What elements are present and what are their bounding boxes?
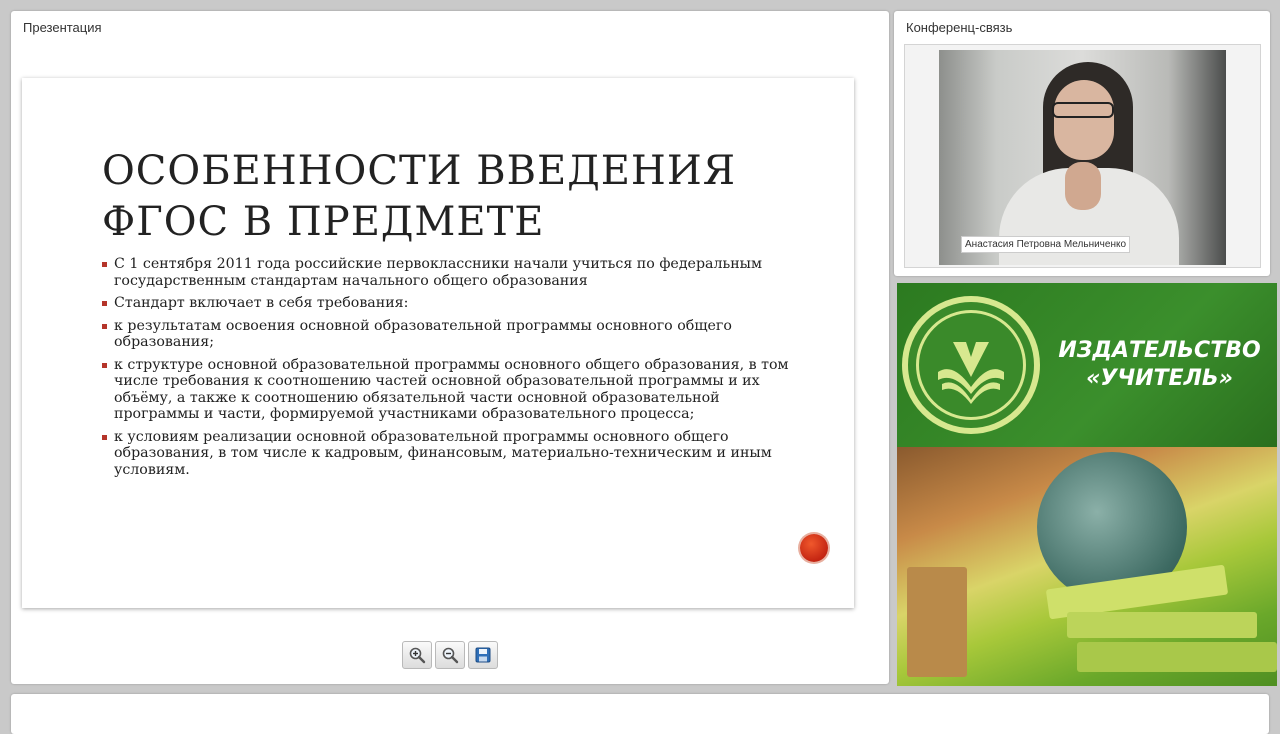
book-image [1067, 612, 1257, 638]
publisher-books-image [897, 447, 1277, 686]
slide-title-line1: ОСОБЕННОСТИ ВВЕДЕНИЯ [102, 148, 737, 194]
conference-panel: Конференц-связь Анастасия Петровна Мельн… [894, 11, 1270, 276]
publisher-logo-icon [902, 296, 1040, 434]
slide-bullet: С 1 сентября 2011 года российские первок… [102, 256, 802, 289]
slide-bullet: к условиям реализации основной образоват… [102, 429, 802, 479]
publisher-header: ИЗДАТЕЛЬСТВО «УЧИТЕЛЬ» [897, 283, 1277, 447]
slide-bullet: Стандарт включает в себя требования: [102, 295, 802, 312]
publisher-name-line2: «УЧИТЕЛЬ» [1086, 366, 1233, 391]
save-button[interactable] [468, 641, 498, 669]
slide-title-line2: ФГОС В ПРЕДМЕТЕ [102, 199, 545, 245]
person-face [1054, 80, 1114, 160]
slide-bullet-list: С 1 сентября 2011 года российские первок… [102, 256, 802, 484]
bottom-panel [11, 694, 1269, 734]
presentation-panel: Презентация ОСОБЕННОСТИ ВВЕДЕНИЯ ФГОС В … [11, 11, 889, 684]
publisher-name-line1: ИЗДАТЕЛЬСТВО [1058, 338, 1261, 363]
video-window[interactable]: Анастасия Петровна Мельниченко [904, 44, 1261, 268]
caller-name-label: Анастасия Петровна Мельниченко [961, 236, 1131, 253]
person-glasses [1052, 102, 1114, 118]
save-icon [475, 647, 491, 663]
slide-bullet: к структуре основной образовательной про… [102, 357, 802, 423]
video-feed [939, 50, 1226, 265]
slide-bullet: к результатам освоения основной образова… [102, 318, 802, 351]
zoom-out-button[interactable] [435, 641, 465, 669]
slide: ОСОБЕННОСТИ ВВЕДЕНИЯ ФГОС В ПРЕДМЕТЕ С 1… [22, 78, 854, 608]
book-image [1077, 642, 1277, 672]
person-hand [1065, 162, 1101, 210]
book-stack-image [907, 567, 967, 677]
slide-title: ОСОБЕННОСТИ ВВЕДЕНИЯ ФГОС В ПРЕДМЕТЕ [102, 146, 802, 248]
zoom-in-button[interactable] [402, 641, 432, 669]
zoom-in-icon [409, 647, 426, 664]
zoom-out-icon [442, 647, 459, 664]
publisher-name: ИЗДАТЕЛЬСТВО «УЧИТЕЛЬ» [1047, 337, 1272, 393]
conference-panel-title: Конференц-связь [906, 20, 1013, 35]
pointer-dot [800, 534, 828, 562]
publisher-banner: ИЗДАТЕЛЬСТВО «УЧИТЕЛЬ» [897, 283, 1277, 686]
presentation-panel-title: Презентация [23, 20, 102, 35]
